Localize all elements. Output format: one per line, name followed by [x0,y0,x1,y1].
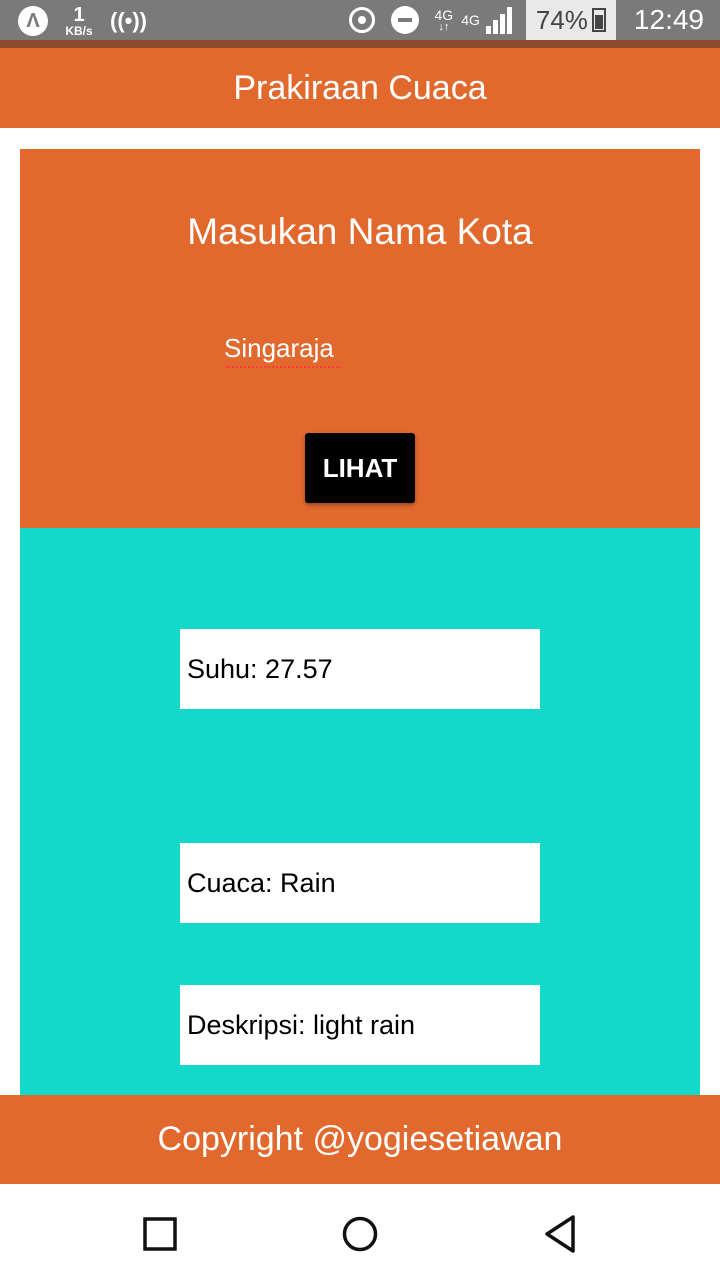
battery-icon [591,8,606,32]
clock: 12:49 [633,4,704,35]
network-4g-label-2: 4G [461,12,480,28]
app-a-icon: Λ [18,6,48,36]
dnd-icon [390,6,419,34]
network-speed-unit: KB/s [65,24,93,38]
copyright-text: Copyright @yogiesetiawan [157,1120,563,1158]
page-title: Prakiraan Cuaca [233,68,487,107]
network-type-2: 4G [461,13,480,27]
input-title: Masukan Nama Kota [187,211,533,252]
recents-icon[interactable] [140,1214,180,1254]
network-type: 4G ↓↑ [435,8,454,33]
home-icon[interactable] [340,1214,380,1254]
description-field: Deskripsi: light rain [180,985,540,1065]
nfc-icon [348,7,375,33]
app-header: Prakiraan Cuaca [0,48,720,128]
data-arrows: ↓↑ [438,20,450,33]
temperature-field: Suhu: 27.57 [180,629,540,709]
signal-icon [485,6,512,34]
network-speed-value: 1 [73,4,85,26]
network-speed: 1 KB/s [60,5,98,37]
battery-percent: 74% [535,4,588,35]
navigation-bar [0,1184,720,1280]
spellcheck-underline [225,362,341,368]
city-input[interactable] [224,331,504,365]
weather-field: Cuaca: Rain [180,843,540,923]
footer: Copyright @yogiesetiawan [0,1095,720,1184]
back-icon[interactable] [540,1214,580,1254]
battery-indicator: 74% [525,0,616,40]
status-divider [0,40,720,48]
status-bar: Λ 1 KB/s ((•)) 4G ↓↑ 4G 74% 12:49 [0,0,720,40]
lihat-button[interactable]: LIHAT [305,433,415,503]
weather-result-section: Suhu: 27.57 Cuaca: Rain Deskripsi: light… [20,528,700,1095]
hotspot-icon: ((•)) [110,8,148,33]
city-input-section: Masukan Nama Kota LIHAT [20,149,700,528]
